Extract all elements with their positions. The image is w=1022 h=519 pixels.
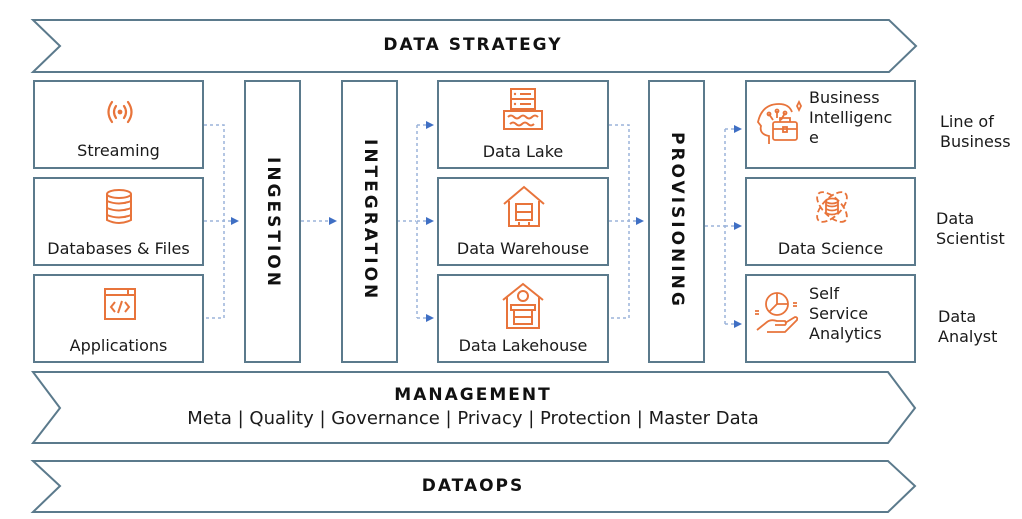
persona-line: Line of [940,112,994,131]
persona-data-scientist: Data Scientist [936,209,1005,249]
storage-data-lake[interactable]: Data Lake [437,80,609,169]
stage-integration[interactable]: INTEGRATION [341,80,398,363]
consumer-business-intelligence[interactable]: Business Intelligenc e [745,80,916,169]
label-line: Service [809,304,869,323]
head-briefcase-icon [757,100,803,144]
database-icon [106,189,132,224]
persona-data-analyst: Data Analyst [938,307,997,347]
source-streaming-label: Streaming [77,141,160,160]
persona-line: Scientist [936,229,1005,248]
label-line: e [809,128,819,147]
storage-data-lakehouse[interactable]: Data Lakehouse [437,274,609,363]
stage-ingestion-label: INGESTION [263,157,283,289]
label-line: Intelligenc [809,108,893,127]
persona-line: Business [940,132,1011,151]
storage-data-warehouse[interactable]: Data Warehouse [437,177,609,266]
stage-provisioning[interactable]: PROVISIONING [648,80,705,363]
management-title: MANAGEMENT [394,385,552,405]
dataops-title: DATAOPS [421,476,525,496]
source-applications[interactable]: Applications [33,274,204,363]
stage-integration-label: INTEGRATION [360,139,380,302]
label-line: Business [809,88,880,107]
storage-data-lakehouse-label: Data Lakehouse [458,336,588,355]
code-window-icon [104,288,136,320]
storage-data-warehouse-label: Data Warehouse [456,239,590,258]
consumer-data-science[interactable]: Data Science [745,177,916,266]
management-items: Meta | Quality | Governance | Privacy | … [187,408,759,429]
consumer-data-science-label: Data Science [777,239,884,258]
persona-line: Data [938,307,977,326]
lakehouse-icon [502,282,544,329]
broadcast-icon [107,100,133,124]
consumer-business-intelligence-label: Business Intelligenc e [809,88,892,148]
consumer-self-service-analytics-label: Self Service Analytics [809,284,882,344]
stage-provisioning-label: PROVISIONING [667,132,687,309]
persona-line: Data [936,209,975,228]
consumer-self-service-analytics[interactable]: Self Service Analytics [745,274,916,363]
label-line: Analytics [809,324,882,343]
source-databases-files-label: Databases & Files [47,239,190,258]
label-line: Self [809,284,840,303]
source-streaming[interactable]: Streaming [33,80,204,169]
persona-line: Analyst [938,327,998,346]
source-applications-label: Applications [69,336,168,355]
atom-database-icon [816,191,848,223]
data-strategy-title: DATA STRATEGY [383,35,563,55]
source-databases-files[interactable]: Databases & Files [33,177,204,266]
storage-data-lake-label: Data Lake [482,142,564,161]
hand-pie-chart-icon [755,292,799,333]
persona-line-of-business: Line of Business [940,112,1011,152]
warehouse-server-icon [503,185,545,227]
stage-ingestion[interactable]: INGESTION [244,80,301,363]
server-lake-icon [503,88,543,130]
